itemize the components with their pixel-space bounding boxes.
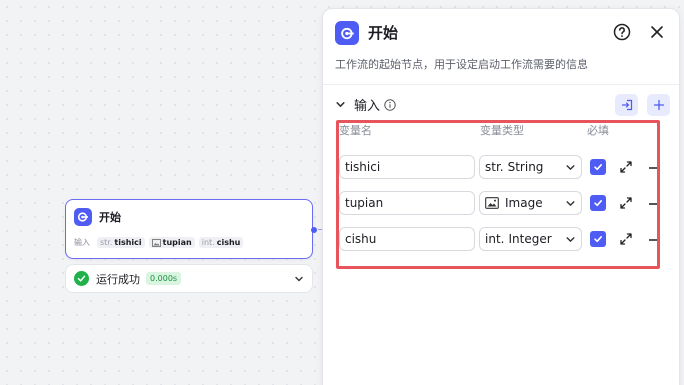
start-node-icon xyxy=(335,21,359,45)
variable-type-select[interactable]: str. String xyxy=(479,155,582,179)
node-inputs-label: 输入 xyxy=(74,238,90,247)
node-input-tag: tupian xyxy=(148,237,195,248)
start-node-icon xyxy=(74,208,92,226)
plus-icon xyxy=(653,99,664,111)
variable-name-input[interactable]: cishu xyxy=(339,227,475,251)
expand-icon[interactable] xyxy=(619,232,633,246)
node-input-name: cishu xyxy=(216,238,241,247)
node-input-tag: int. cishu xyxy=(198,237,244,248)
chevron-down-icon xyxy=(566,164,575,170)
required-checkbox[interactable] xyxy=(590,231,606,247)
expand-icon[interactable] xyxy=(619,196,633,210)
section-title: 输入 xyxy=(354,99,381,114)
run-status-text: 运行成功 xyxy=(96,272,140,286)
add-variable-button[interactable] xyxy=(647,94,670,116)
import-button[interactable] xyxy=(615,94,638,116)
column-header-required: 必填 xyxy=(587,124,609,137)
node-title: 开始 xyxy=(99,211,121,224)
node-input-name: tishici xyxy=(114,238,142,247)
checkmark-icon xyxy=(594,164,602,171)
checkmark-icon xyxy=(594,200,602,207)
image-type-icon xyxy=(485,197,499,209)
integer-type-icon: int. xyxy=(485,232,505,246)
help-icon[interactable] xyxy=(613,23,631,41)
image-type-icon xyxy=(151,238,161,247)
panel-title: 开始 xyxy=(368,24,399,42)
expand-icon[interactable] xyxy=(619,160,633,174)
success-check-icon xyxy=(74,271,89,286)
variable-type-select[interactable]: Image xyxy=(479,191,582,215)
column-header-name: 变量名 xyxy=(339,124,372,137)
inputs-section-header[interactable]: 输入 xyxy=(335,95,396,114)
run-time-badge: 0.000s xyxy=(146,272,182,285)
info-icon[interactable] xyxy=(384,98,396,111)
node-inputs: 输入 str. tishici tupian int. cishu xyxy=(74,237,244,248)
required-checkbox[interactable] xyxy=(590,195,606,211)
variable-type-value: String xyxy=(507,160,544,174)
node-header: 开始 xyxy=(74,208,121,226)
variable-name-input[interactable]: tishici xyxy=(339,155,475,179)
chevron-down-icon[interactable] xyxy=(294,274,304,284)
panel-divider xyxy=(323,84,679,85)
node-input-name: tupian xyxy=(162,238,192,247)
remove-row-icon[interactable] xyxy=(649,203,657,205)
chevron-down-icon[interactable] xyxy=(335,99,346,110)
run-status-bar[interactable]: 运行成功 0.000s xyxy=(65,264,313,293)
node-output-port[interactable] xyxy=(311,227,317,233)
import-icon xyxy=(621,99,632,111)
variable-type-select[interactable]: int. Integer xyxy=(479,227,582,251)
remove-row-icon[interactable] xyxy=(649,167,657,169)
checkmark-icon xyxy=(594,236,602,243)
string-type-icon: str. xyxy=(100,238,113,247)
start-node-card[interactable]: 开始 输入 str. tishici tupian int. cishu xyxy=(65,199,313,259)
chevron-down-icon xyxy=(566,236,575,242)
variable-type-value: Integer xyxy=(508,232,552,246)
remove-row-icon[interactable] xyxy=(649,239,657,241)
string-type-icon: str. xyxy=(485,160,504,174)
variable-name-input[interactable]: tupian xyxy=(339,191,475,215)
close-icon[interactable] xyxy=(648,23,666,41)
chevron-down-icon xyxy=(566,200,575,206)
required-checkbox[interactable] xyxy=(590,159,606,175)
panel-description: 工作流的起始节点，用于设定启动工作流需要的信息 xyxy=(335,58,588,71)
node-input-tag: str. tishici xyxy=(97,237,145,248)
integer-type-icon: int. xyxy=(201,238,215,247)
variable-type-value: Image xyxy=(505,196,543,210)
column-header-type: 变量类型 xyxy=(480,124,524,137)
